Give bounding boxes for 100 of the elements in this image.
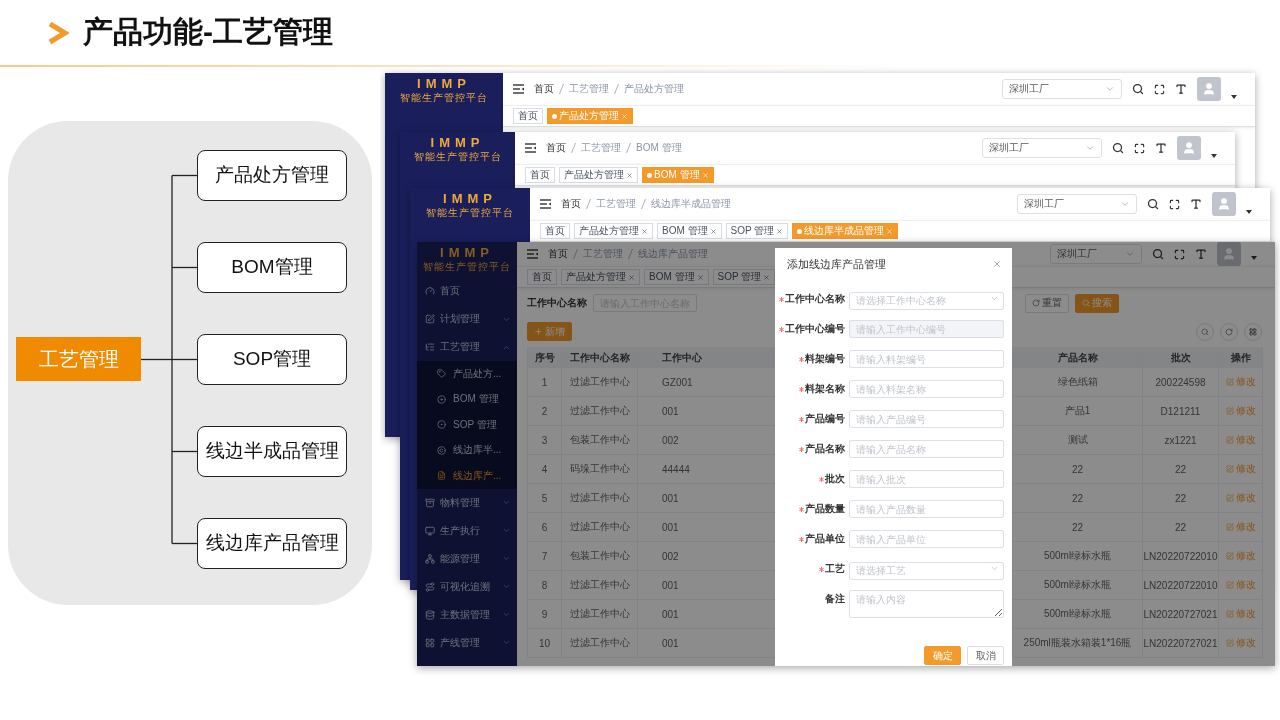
breadcrumb-link[interactable]: 首页 xyxy=(546,141,566,155)
tab[interactable]: 产品处方管理 xyxy=(547,108,633,124)
menu-item[interactable]: 首页 xyxy=(440,284,511,298)
table-cell: 500ml绿标水瓶 xyxy=(1013,571,1143,600)
submenu-item[interactable]: SOP 管理 xyxy=(453,417,497,432)
search-icon[interactable] xyxy=(1112,142,1124,154)
menu-item[interactable]: 计划管理 xyxy=(440,312,497,326)
tab[interactable]: 产品处方管理 xyxy=(561,269,640,285)
slash-icon xyxy=(571,143,576,153)
menu-item[interactable]: 工艺管理 xyxy=(440,340,497,354)
text-size-icon[interactable] xyxy=(1155,142,1167,154)
chevron-icon xyxy=(47,20,69,45)
breadcrumb-link[interactable]: 首页 xyxy=(534,82,554,96)
table-cell: 过滤工作中心 xyxy=(562,397,638,426)
breadcrumb-link[interactable]: BOM 管理 xyxy=(636,141,682,155)
menu-item[interactable]: 主数据管理 xyxy=(440,607,497,622)
tab[interactable]: 产品处方管理 xyxy=(559,167,638,183)
text-size-icon[interactable] xyxy=(1190,198,1202,210)
tab[interactable]: 首页 xyxy=(513,108,543,124)
breadcrumb-link[interactable]: 工艺管理 xyxy=(569,82,609,96)
breadcrumb-link[interactable]: 产品处方管理 xyxy=(624,82,684,96)
column-header: 工作中心名称 xyxy=(562,347,638,368)
tab[interactable]: BOM 管理 xyxy=(657,223,722,239)
pen-square-icon xyxy=(1225,407,1234,415)
text-size-icon[interactable] xyxy=(1195,248,1207,260)
caret-icon[interactable] xyxy=(1211,154,1217,158)
menu-icon[interactable] xyxy=(525,143,536,153)
breadcrumb-link[interactable]: 工艺管理 xyxy=(596,197,636,211)
reset-button[interactable]: 重置 xyxy=(1025,293,1069,313)
menu-item[interactable]: 能源管理 xyxy=(440,551,497,566)
circle-dot-icon xyxy=(437,420,446,430)
tab[interactable]: BOM 管理 xyxy=(642,167,714,183)
cancel-button[interactable]: 取消 xyxy=(967,646,1004,665)
caret-icon[interactable] xyxy=(1251,256,1257,260)
factory-select[interactable]: 深圳工厂 xyxy=(1050,244,1142,264)
factory-select[interactable]: 深圳工厂 xyxy=(1017,194,1137,214)
user-icon xyxy=(1217,197,1231,211)
menu-icon[interactable] xyxy=(540,199,551,209)
table-cell: LN20220727021 xyxy=(1143,629,1219,658)
close-icon[interactable] xyxy=(709,227,717,235)
pen-square-icon xyxy=(1225,436,1234,444)
fullscreen-icon[interactable] xyxy=(1154,83,1165,95)
menu-item[interactable]: 可视化追溯 xyxy=(440,579,497,594)
breadcrumb-link[interactable]: 首页 xyxy=(548,247,568,261)
tab[interactable]: 首页 xyxy=(527,269,557,285)
submenu-item[interactable]: 产品处方... xyxy=(453,366,502,381)
close-icon[interactable] xyxy=(626,171,633,179)
table-cell: LN20220727021 xyxy=(1143,600,1219,629)
fullscreen-icon[interactable] xyxy=(1174,248,1185,260)
menu-item[interactable]: 物料管理 xyxy=(440,495,497,510)
table-cell: 3 xyxy=(528,426,562,455)
confirm-button[interactable]: 确定 xyxy=(924,646,961,665)
dot-icon xyxy=(552,113,557,119)
tab[interactable]: SOP 管理 xyxy=(712,269,776,285)
text-size-icon[interactable] xyxy=(1175,83,1187,95)
fullscreen-icon[interactable] xyxy=(1134,142,1145,154)
table-cell: 测试 xyxy=(1013,426,1143,455)
tab[interactable]: 首页 xyxy=(540,223,570,239)
menu-icon[interactable] xyxy=(527,249,538,259)
caret-icon[interactable] xyxy=(1246,210,1252,214)
search-icon[interactable] xyxy=(1147,198,1159,210)
user-icon xyxy=(1182,141,1196,155)
tab[interactable]: BOM 管理 xyxy=(644,269,709,285)
table-cell: 过滤工作中心 xyxy=(562,600,638,629)
tab[interactable]: 线边库半成品管理 xyxy=(792,223,899,239)
tag-icon xyxy=(437,369,446,379)
branch-node: SOP管理 xyxy=(197,333,347,385)
menu-item[interactable]: 产线管理 xyxy=(440,635,497,650)
caret-icon[interactable] xyxy=(1231,95,1237,99)
submenu-item[interactable]: 线边库半... xyxy=(453,443,502,458)
table-cell: 过滤工作中心 xyxy=(562,629,638,658)
list-tree-icon xyxy=(425,342,435,352)
fullscreen-icon[interactable] xyxy=(1169,198,1180,210)
close-icon[interactable] xyxy=(641,227,648,235)
table-cell: 过滤工作中心 xyxy=(562,513,638,542)
close-icon[interactable] xyxy=(776,227,784,235)
table-cell: 过滤工作中心 xyxy=(562,571,638,600)
monitor-icon xyxy=(425,525,435,536)
breadcrumb-link[interactable]: 工艺管理 xyxy=(581,141,621,155)
plus-icon xyxy=(534,327,543,336)
add-button[interactable]: 新增 xyxy=(527,322,572,341)
breadcrumb-link[interactable]: 线边库半成品管理 xyxy=(651,197,731,211)
factory-select[interactable]: 深圳工厂 xyxy=(1002,79,1122,99)
tab[interactable]: SOP 管理 xyxy=(725,223,789,239)
menu-icon[interactable] xyxy=(513,84,524,94)
tab[interactable]: 产品处方管理 xyxy=(574,223,653,239)
search-icon[interactable] xyxy=(1132,83,1144,95)
table-cell: 22 xyxy=(1143,484,1219,513)
table-cell: 过滤工作中心 xyxy=(562,368,638,397)
table-cell: 7 xyxy=(528,542,562,571)
submenu-item[interactable]: BOM 管理 xyxy=(453,392,499,407)
submenu-item[interactable]: 线边库产... xyxy=(453,468,502,483)
factory-select[interactable]: 深圳工厂 xyxy=(982,138,1102,158)
table-cell: 500ml绿标水瓶 xyxy=(1013,600,1143,629)
logo-title: IMMP xyxy=(440,246,494,260)
breadcrumb-link[interactable]: 首页 xyxy=(561,197,581,211)
branch-node: 线边半成品管理 xyxy=(197,425,347,477)
menu-item[interactable]: 生产执行 xyxy=(440,523,497,538)
tab[interactable]: 首页 xyxy=(525,167,555,183)
search-icon[interactable] xyxy=(1152,248,1164,260)
